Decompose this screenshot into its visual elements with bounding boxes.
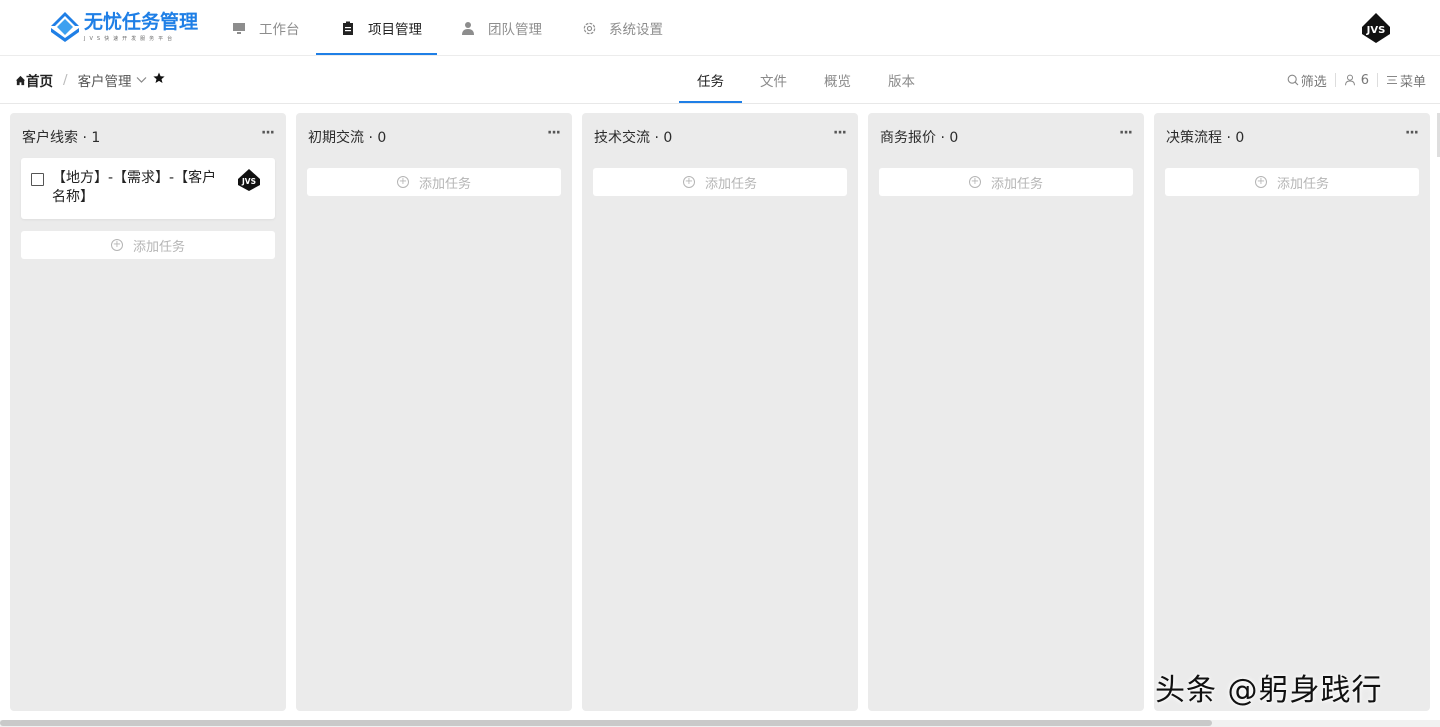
menu-button[interactable]: 菜单 [1386,71,1426,90]
plus-circle-icon: + [682,176,695,188]
tab-versions[interactable]: 版本 [888,57,915,103]
svg-text:JVS: JVS [1366,25,1386,36]
user-avatar[interactable]: JVS [1360,12,1392,44]
monitor-icon [231,20,247,36]
task-title: 【地方】-【需求】-【客户名称】 [52,170,217,205]
more-icon[interactable]: ··· [261,125,275,141]
breadcrumb-separator: / [63,72,68,88]
filter-label: 筛选 [1300,74,1327,90]
add-task-label: 添加任务 [704,176,757,192]
nav-item-label: 工作台 [259,22,300,38]
search-icon [1287,74,1299,86]
nav-active-indicator [316,53,437,55]
members-button[interactable]: 6 [1344,73,1369,88]
tab-overview[interactable]: 概览 [824,57,851,103]
tab-files[interactable]: 文件 [760,57,787,103]
watermark: 头条 @躬身践行 [1155,673,1383,708]
more-icon[interactable]: ··· [1405,125,1419,141]
logo-title: 无忧任务管理 [84,11,199,33]
members-count: 6 [1360,72,1369,88]
star-icon[interactable] [152,72,165,88]
user-icon [460,20,476,36]
kanban-column-leads: 客户线索 · 1 ··· 【地方】-【需求】-【客户名称】 JVS + 添加任务 [10,113,286,711]
menu-icon [1386,76,1397,84]
add-task-button[interactable]: + 添加任务 [21,231,275,259]
task-checkbox[interactable] [31,173,44,186]
kanban-column-initial-contact: 初期交流 · 0 ··· + 添加任务 [296,113,572,711]
plus-circle-icon: + [110,239,123,251]
svg-text:JVS: JVS [241,177,256,186]
kanban-column-decision: 决策流程 · 0 ··· + 添加任务 [1154,113,1430,711]
more-icon[interactable]: ··· [833,125,847,141]
horizontal-scrollbar-thumb[interactable] [0,720,1212,726]
plus-circle-icon: + [968,176,981,188]
divider [1334,73,1336,87]
member-icon [1344,74,1355,86]
gear-icon [581,20,597,36]
column-title: 商务报价 · 0 [880,130,959,146]
nav-item-team-management[interactable]: 团队管理 [460,0,542,56]
logo-subtitle: JVS快速开发服务平台 [84,36,177,42]
chevron-down-icon[interactable] [136,74,147,87]
add-task-label: 添加任务 [132,239,185,255]
column-title: 决策流程 · 0 [1166,130,1245,146]
breadcrumb-home-label: 首页 [26,74,53,90]
breadcrumb: 首页 / 客户管理 [15,57,165,103]
kanban-column-quotation: 商务报价 · 0 ··· + 添加任务 [868,113,1144,711]
more-icon[interactable]: ··· [547,125,561,141]
assignee-avatar: JVS [238,169,260,191]
tab-tasks[interactable]: 任务 [697,57,724,103]
nav-item-label: 系统设置 [609,22,663,38]
add-task-button[interactable]: + 添加任务 [593,168,847,196]
more-icon[interactable]: ··· [1119,125,1133,141]
nav-item-project-management[interactable]: 项目管理 [340,0,422,56]
breadcrumb-home[interactable]: 首页 [15,70,53,90]
nav-item-workbench[interactable]: 工作台 [231,0,300,56]
nav-item-system-settings[interactable]: 系统设置 [581,0,663,56]
toolbar-right: 筛选 6 菜单 [1287,57,1426,103]
column-title: 初期交流 · 0 [308,130,387,146]
logo-diamond-icon [51,12,79,42]
add-task-button[interactable]: + 添加任务 [1165,168,1419,196]
filter-button[interactable]: 筛选 [1287,71,1327,90]
column-title: 技术交流 · 0 [594,130,673,146]
divider [1376,73,1378,87]
sub-navbar: 首页 / 客户管理 任务 文件 概览 版本 筛选 6 菜单 [0,57,1440,104]
plus-circle-icon: + [1254,176,1267,188]
nav-item-label: 团队管理 [488,22,542,38]
menu-label: 菜单 [1399,74,1426,90]
add-task-button[interactable]: + 添加任务 [307,168,561,196]
tab-active-indicator [679,101,742,103]
add-task-button[interactable]: + 添加任务 [879,168,1133,196]
nav-item-label: 项目管理 [368,22,422,38]
kanban-column-tech-exchange: 技术交流 · 0 ··· + 添加任务 [582,113,858,711]
top-navbar: 无忧任务管理 JVS快速开发服务平台 工作台 项目管理 团队管理 系统设置 JV… [0,0,1440,56]
add-task-label: 添加任务 [1276,176,1329,192]
breadcrumb-current[interactable]: 客户管理 [78,70,132,90]
home-icon [15,75,26,85]
add-task-label: 添加任务 [990,176,1043,192]
app-logo[interactable]: 无忧任务管理 JVS快速开发服务平台 [48,10,208,46]
add-task-label: 添加任务 [418,176,471,192]
column-title: 客户线索 · 1 [22,130,101,146]
task-card[interactable]: 【地方】-【需求】-【客户名称】 JVS [21,158,275,219]
clipboard-icon [340,20,356,36]
plus-circle-icon: + [396,176,409,188]
